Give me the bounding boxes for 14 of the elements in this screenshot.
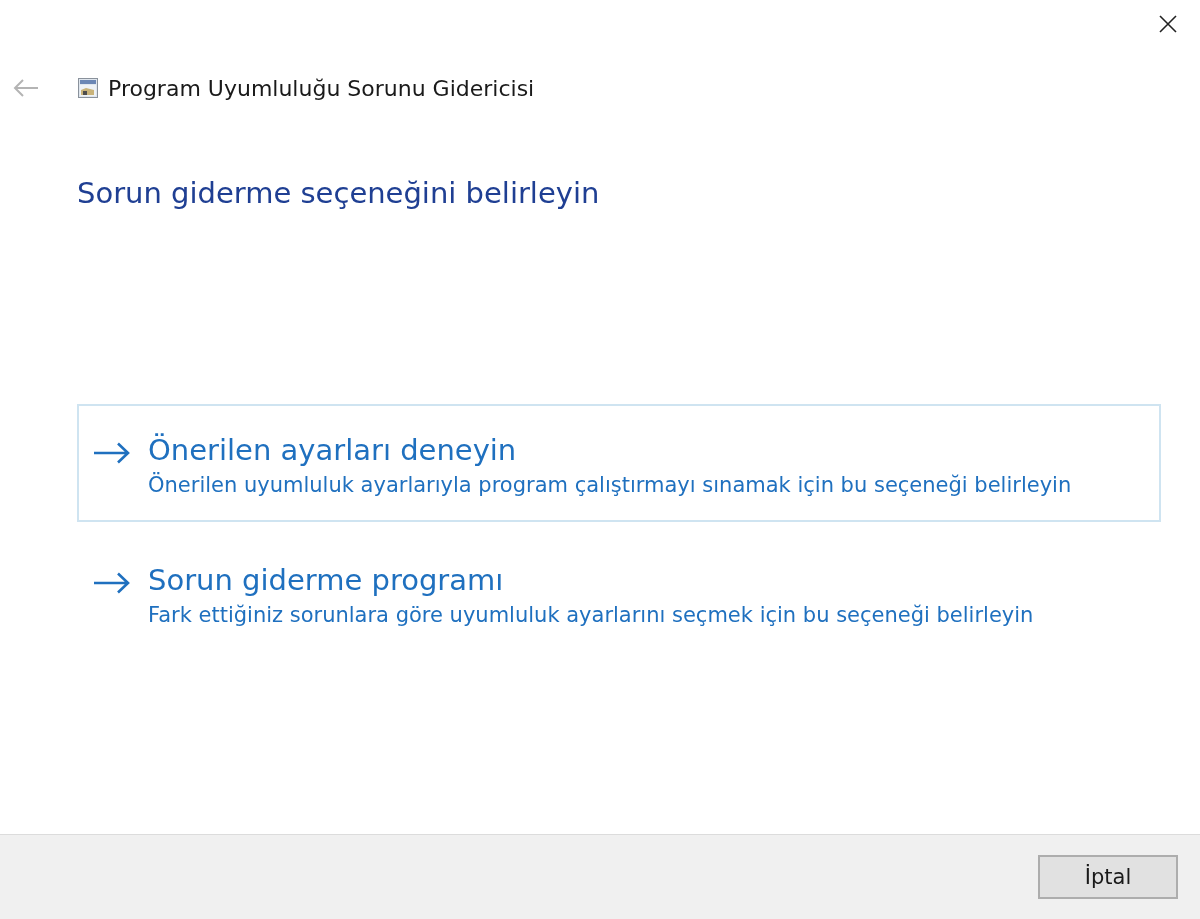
page-heading: Sorun giderme seçeneğini belirleyin	[77, 175, 600, 212]
window-title: Program Uyumluluğu Sorunu Gidericisi	[108, 75, 535, 101]
option-description: Fark ettiğiniz sorunlara göre uyumluluk ayarlarını seçmek için bu seçeneği belirleyin	[148, 602, 1034, 629]
app-window-icon	[78, 78, 98, 98]
option-title: Sorun giderme programı	[148, 562, 505, 599]
option-description: Önerilen uyumluluk ayarlarıyla program çalıştırmayı sınamak için bu seçeneği belirleyin	[148, 471, 1072, 499]
option-title: Önerilen ayarları deneyin	[148, 432, 518, 469]
option-link[interactable]: Önerilen ayarları deneyin Önerilen uyumluluk ayarlarıyla program çalıştırmayı sınamak için bu seçeneği belirleyin	[77, 404, 1161, 522]
option-link[interactable]: Sorun giderme programı Fark ettiğiniz sorunlara göre uyumluluk ayarlarını seçmek için bu seçeneği belirleyin	[77, 534, 1161, 652]
cancel-button[interactable]: İptal	[1038, 855, 1178, 899]
arrow-right-icon	[93, 442, 131, 464]
close-icon	[1159, 15, 1177, 33]
back-arrow-icon	[13, 79, 39, 97]
arrow-right-icon	[93, 572, 131, 594]
